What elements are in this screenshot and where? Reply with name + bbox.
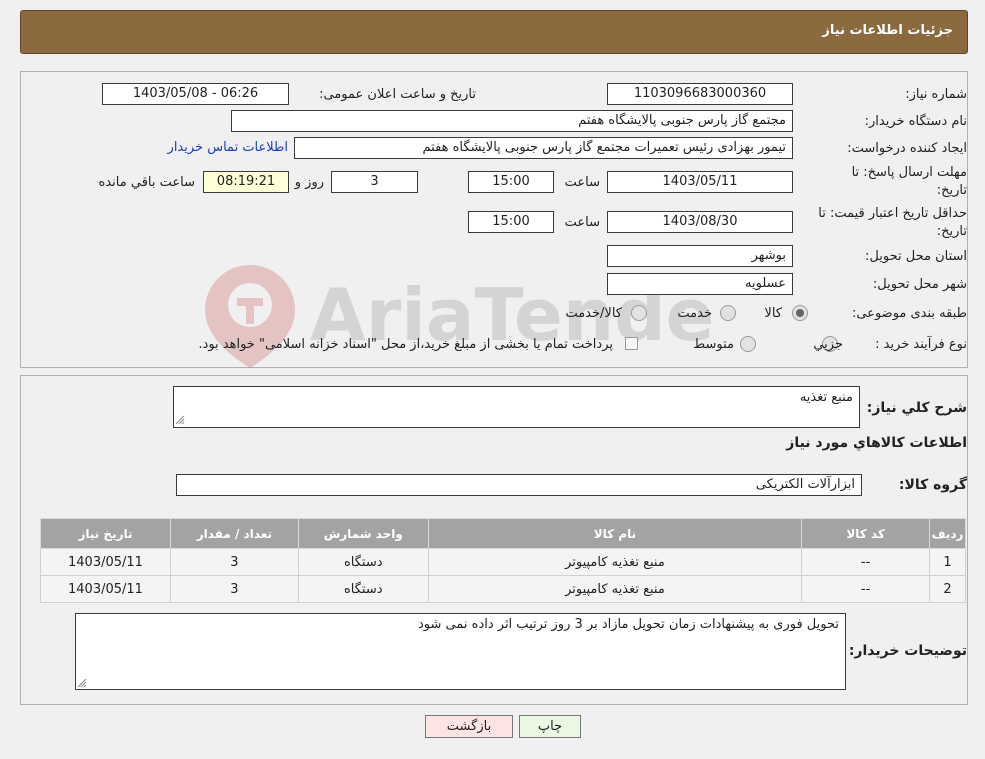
buyer-contact-link[interactable]: اطلاعات تماس خریدار — [168, 140, 288, 155]
remaining-time-label: ساعت باقي مانده — [98, 175, 195, 190]
buyer-org-field: مجتمع گاز پارس جنوبی پالایشگاه هفتم — [231, 110, 793, 132]
creator-label: ایجاد کننده درخواست: — [847, 141, 967, 156]
summary-label: شرح كلي نياز: — [866, 400, 967, 416]
resize-grip-icon[interactable] — [77, 678, 87, 688]
category-option-service: خدمت — [677, 306, 712, 321]
need-number-field: 1103096683000360 — [607, 83, 793, 105]
announce-label: تاریخ و ساعت اعلان عمومی: — [319, 87, 476, 102]
cell-name: منبع تغذیه کامپیوتر — [427, 548, 803, 576]
days-remaining-field: 3 — [331, 171, 418, 193]
cell-unit: دستگاه — [297, 548, 429, 576]
col-date: تاریخ نیاز — [40, 518, 171, 549]
print-button[interactable]: چاپ — [519, 715, 581, 738]
table-row: 1 -- منبع تغذیه کامپیوتر دستگاه 3 1403/0… — [40, 548, 966, 576]
deadline-label: مهلت ارسال پاسخ: تا — [851, 165, 967, 180]
cell-row: 2 — [929, 575, 966, 603]
buyer-notes-field: تحویل فوری به پیشنهادات زمان تحویل مازاد… — [75, 613, 846, 690]
cell-code: -- — [801, 575, 931, 603]
table-header-row: رديف كد كالا نام كالا واحد شمارش تعداد /… — [40, 518, 966, 549]
col-code: كد كالا — [801, 518, 931, 549]
process-radio-medium[interactable] — [740, 336, 756, 352]
remaining-time-field: 08:19:21 — [203, 171, 289, 193]
process-label: نوع فرآیند خرید : — [875, 337, 967, 352]
col-unit: واحد شمارش — [297, 518, 429, 549]
items-table-wrap: رديف كد كالا نام كالا واحد شمارش تعداد /… — [40, 518, 966, 603]
validity-label-date: تاریخ: — [936, 224, 967, 239]
announce-field: 1403/05/08 - 06:26 — [102, 83, 289, 105]
goods-group-label: گروه کالا: — [898, 477, 967, 493]
page-header: جزئیات اطلاعات نیاز — [20, 10, 968, 54]
buyer-notes-label: توضیحات خریدار: — [848, 643, 967, 659]
page-title: جزئیات اطلاعات نیاز — [822, 23, 953, 38]
category-radio-service[interactable] — [720, 305, 736, 321]
goods-info-title: اطلاعات كالاهاي مورد نياز — [786, 435, 967, 451]
items-table: رديف كد كالا نام كالا واحد شمارش تعداد /… — [40, 518, 966, 603]
category-radio-goods-service[interactable] — [631, 305, 647, 321]
days-label: روز و — [294, 175, 324, 190]
resize-grip-icon[interactable] — [175, 415, 185, 425]
deadline-time-field: 15:00 — [468, 171, 554, 193]
col-qty: تعداد / مقدار — [169, 518, 299, 549]
buyer-notes-text: تحویل فوری به پیشنهادات زمان تحویل مازاد… — [418, 617, 839, 632]
back-button[interactable]: بازگشت — [425, 715, 513, 738]
treasury-checkbox[interactable] — [625, 337, 638, 350]
category-option-goods: کالا — [764, 306, 782, 321]
summary-text: منبع تغذیه — [799, 390, 853, 405]
city-field: عسلویه — [607, 273, 793, 295]
cell-name: منبع تغذیه کامپیوتر — [427, 575, 803, 603]
validity-time-label: ساعت — [564, 215, 600, 230]
city-label: شهر محل تحویل: — [872, 277, 967, 292]
payment-note: پرداخت تمام یا بخشی از مبلغ خرید،از محل … — [198, 337, 613, 352]
col-row: رديف — [929, 518, 966, 549]
table-row: 2 -- منبع تغذیه کامپیوتر دستگاه 3 1403/0… — [40, 575, 966, 603]
validity-time-field: 15:00 — [468, 211, 554, 233]
buyer-org-label: نام دستگاه خریدار: — [864, 114, 967, 129]
cell-qty: 3 — [169, 575, 299, 603]
cell-code: -- — [801, 548, 931, 576]
validity-date-field: 1403/08/30 — [607, 211, 793, 233]
province-label: استان محل تحویل: — [865, 249, 967, 264]
deadline-time-label: ساعت — [564, 175, 600, 190]
process-option-medium: متوسط — [693, 337, 734, 352]
goods-group-field: ابزارآلات الکتریکی — [176, 474, 862, 496]
need-number-label: شماره نیاز: — [905, 87, 967, 102]
province-field: بوشهر — [607, 245, 793, 267]
deadline-label-date: تاریخ: — [936, 183, 967, 198]
summary-field: منبع تغذیه — [173, 386, 860, 428]
cell-date: 1403/05/11 — [40, 548, 171, 576]
category-radio-goods[interactable] — [792, 305, 808, 321]
col-name: نام كالا — [427, 518, 803, 549]
cell-row: 1 — [929, 548, 966, 576]
cell-qty: 3 — [169, 548, 299, 576]
category-option-goods-service: کالا/خدمت — [565, 306, 622, 321]
category-label: طبقه بندی موضوعی: — [851, 306, 967, 321]
cell-unit: دستگاه — [297, 575, 429, 603]
creator-field: تیمور بهزادی رئیس تعمیرات مجتمع گاز پارس… — [294, 137, 793, 159]
cell-date: 1403/05/11 — [40, 575, 171, 603]
deadline-date-field: 1403/05/11 — [607, 171, 793, 193]
validity-label: حداقل تاریخ اعتبار قیمت: تا — [818, 206, 967, 221]
process-option-minor: جزیي — [813, 337, 843, 352]
